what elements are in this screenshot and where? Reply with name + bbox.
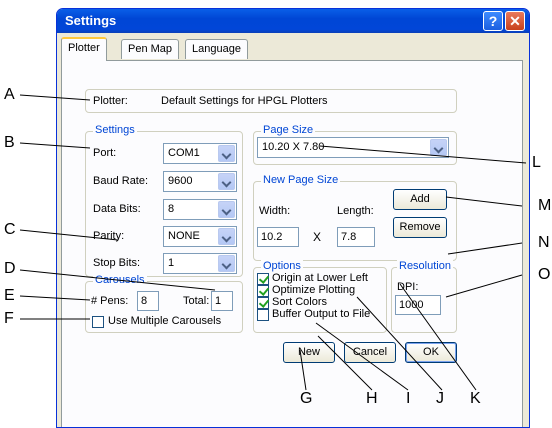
callout-h: H bbox=[366, 390, 378, 407]
callout-d: D bbox=[4, 260, 16, 277]
callout-lines bbox=[19, 94, 527, 391]
callout-g: G bbox=[300, 390, 313, 407]
callout-n: N bbox=[538, 234, 550, 251]
callout-b: B bbox=[4, 134, 15, 151]
callout-f: F bbox=[4, 310, 14, 327]
callout-i: I bbox=[406, 390, 411, 407]
callout-o: O bbox=[538, 266, 551, 283]
callout-e: E bbox=[4, 287, 15, 304]
callout-j: J bbox=[436, 390, 444, 407]
callout-k: K bbox=[470, 390, 481, 407]
callout-a: A bbox=[4, 86, 15, 103]
callout-c: C bbox=[4, 221, 16, 238]
callout-l: L bbox=[532, 154, 541, 171]
callout-m: M bbox=[538, 197, 552, 214]
tab-plotter[interactable]: Plotter bbox=[61, 37, 107, 61]
